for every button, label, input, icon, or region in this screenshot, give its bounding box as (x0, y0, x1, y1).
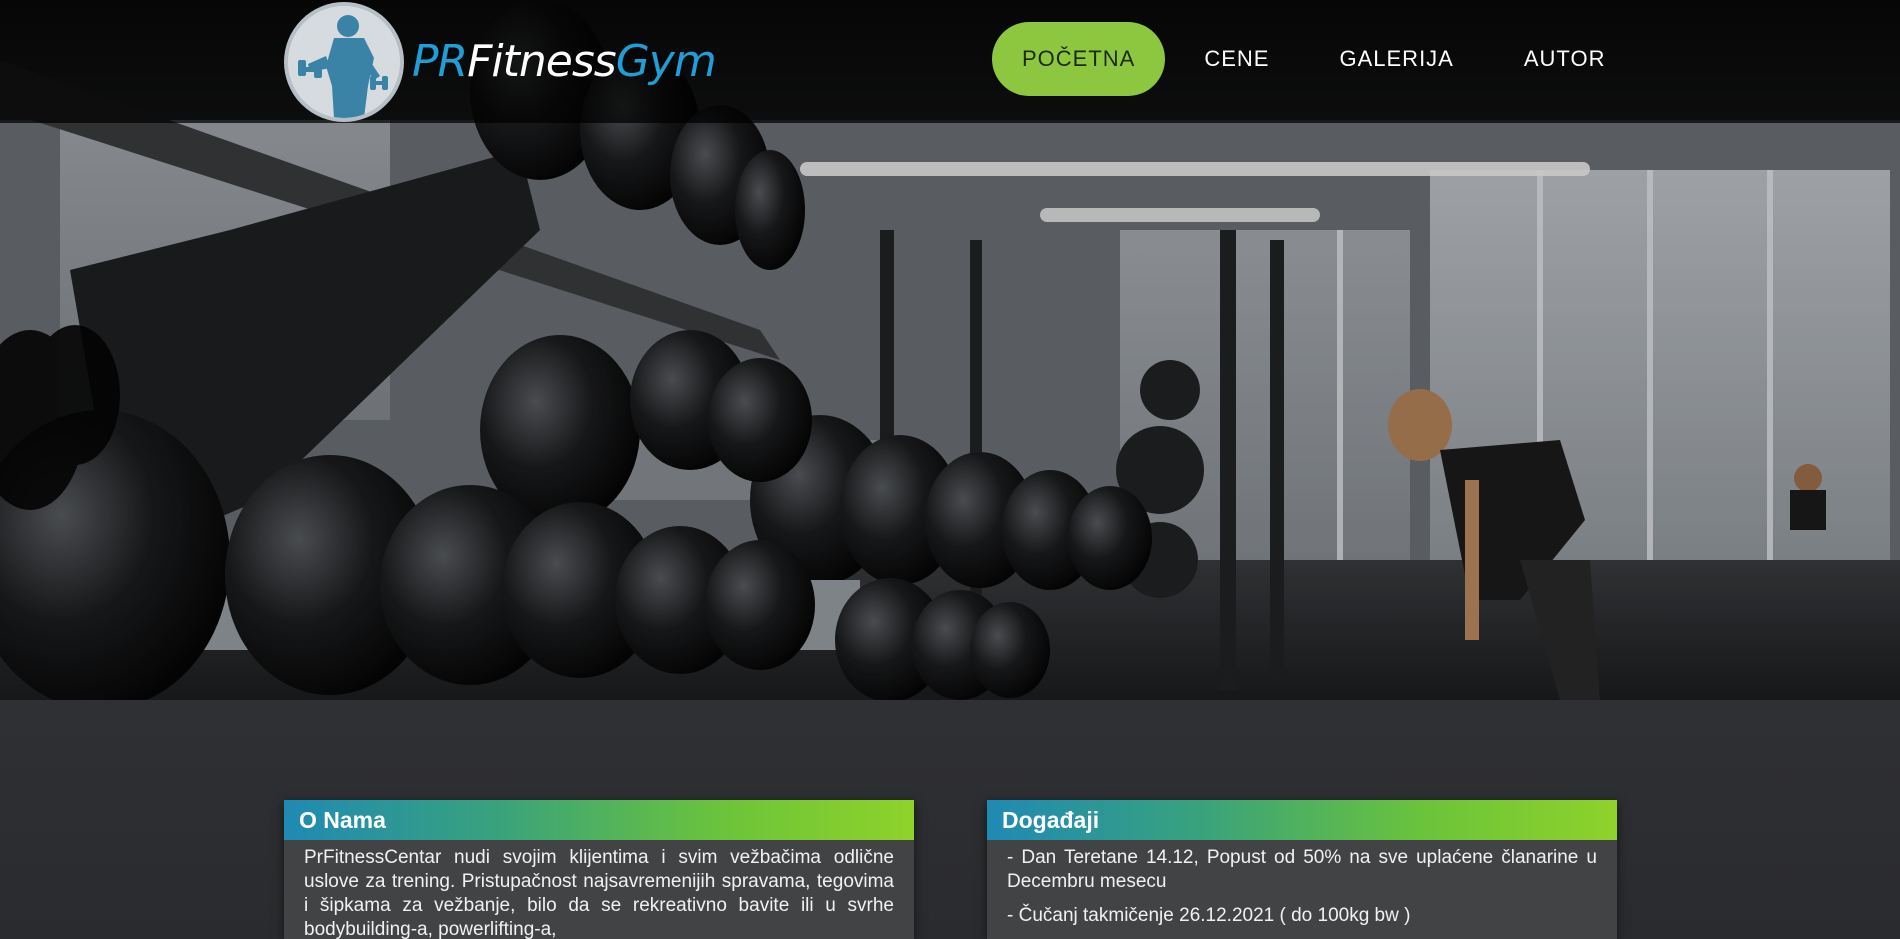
nav-item-autor[interactable]: AUTOR (1495, 22, 1635, 96)
about-card-title: O Nama (284, 800, 914, 840)
content-section: O Nama PrFitnessCentar nudi svojim klije… (0, 700, 1900, 939)
brand-name-fitness: Fitness (467, 36, 617, 87)
brand-name: PR Fitness Gym (412, 36, 717, 87)
main-nav: POČETNA CENE GALERIJA AUTOR (992, 22, 1646, 96)
event-item: - Čučanj takmičenje 26.12.2021 ( do 100k… (1007, 905, 1411, 926)
about-card: O Nama PrFitnessCentar nudi svojim klije… (284, 800, 914, 939)
brand-name-pr: PR (412, 36, 468, 87)
brand-logo-link[interactable]: PR Fitness Gym (284, 0, 717, 123)
events-card-body: - Dan Teretane 14.12, Popust od 50% na s… (987, 840, 1617, 928)
top-navbar: PR Fitness Gym POČETNA CENE GALERIJA AUTOR (0, 0, 1900, 123)
brand-name-gym: Gym (615, 36, 717, 87)
nav-item-galerija[interactable]: GALERIJA (1310, 22, 1482, 96)
nav-item-cene[interactable]: CENE (1175, 22, 1298, 96)
events-card-title: Događaji (987, 800, 1617, 840)
nav-item-pocetna[interactable]: POČETNA (992, 22, 1166, 96)
about-card-text: PrFitnessCentar nudi svojim klijentima i… (304, 847, 894, 939)
event-item: - Dan Teretane 14.12, Popust od 50% na s… (1007, 847, 1597, 892)
events-card: Događaji - Dan Teretane 14.12, Popust od… (987, 800, 1617, 939)
athlete-logo-icon (284, 1, 404, 122)
